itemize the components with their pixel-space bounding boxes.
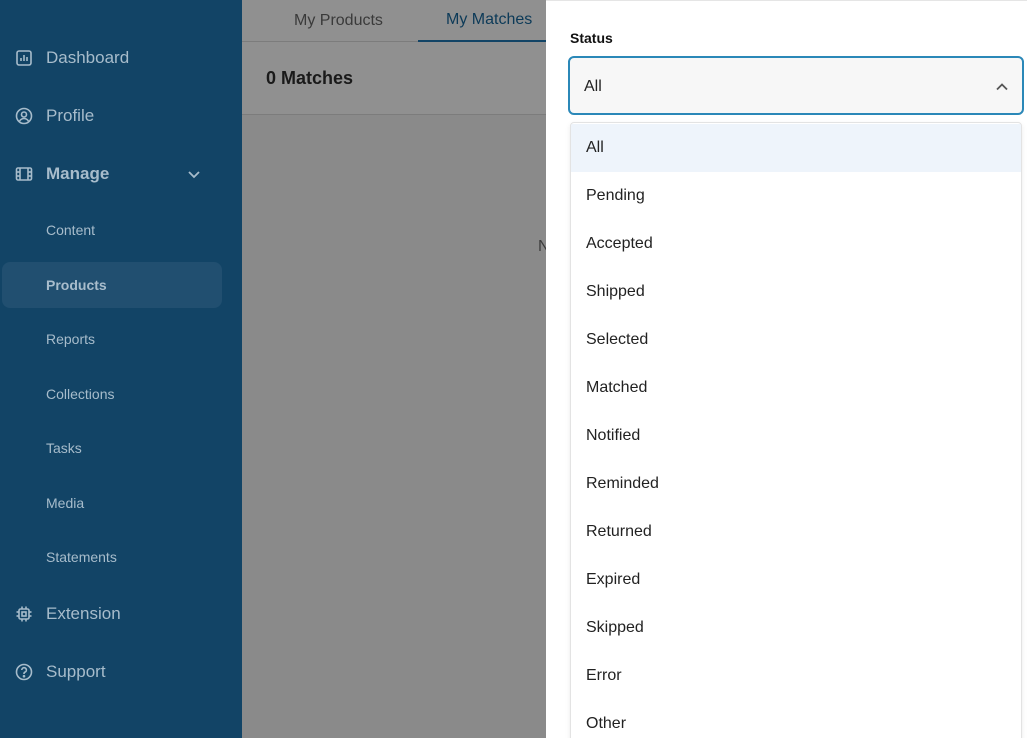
sidebar-subitem-reports[interactable]: Reports [2, 316, 222, 362]
status-option-error[interactable]: Error [571, 652, 1021, 700]
sidebar-subitem-products[interactable]: Products [2, 262, 222, 308]
status-option-other[interactable]: Other [571, 700, 1021, 738]
tab-label: My Products [294, 12, 383, 29]
sidebar-item-label: Profile [46, 106, 95, 125]
status-option-selected[interactable]: Selected [571, 316, 1021, 364]
option-label: Shipped [586, 283, 645, 300]
sidebar-subitem-label: Content [46, 222, 96, 238]
option-label: Error [586, 667, 622, 684]
sidebar-subitem-label: Reports [46, 331, 96, 347]
status-option-expired[interactable]: Expired [571, 556, 1021, 604]
empty-state-text: N [538, 238, 546, 255]
status-option-accepted[interactable]: Accepted [571, 220, 1021, 268]
tab-label: My Matches [446, 11, 533, 28]
option-label: Skipped [586, 619, 644, 636]
chart-icon [15, 49, 33, 67]
option-label: Notified [586, 427, 641, 444]
status-option-returned[interactable]: Returned [571, 508, 1021, 556]
status-option-pending[interactable]: Pending [571, 172, 1021, 220]
option-label: Other [586, 715, 627, 732]
help-icon [15, 663, 33, 681]
sidebar-subitem-label: Tasks [46, 440, 82, 456]
sidebar-item-label: Manage [46, 164, 110, 183]
sidebar-subitem-tasks[interactable]: Tasks [2, 425, 222, 471]
status-dropdown-menu: All Pending Accepted Shipped Selected Ma… [570, 122, 1022, 738]
filter-panel: Status All All Pending Accepted Shipped … [546, 0, 1027, 738]
sidebar-item-profile[interactable]: Profile [0, 94, 242, 138]
sidebar-subitem-label: Media [46, 495, 85, 511]
option-label: Matched [586, 379, 648, 396]
sidebar-item-label: Support [46, 662, 106, 681]
status-option-matched[interactable]: Matched [571, 364, 1021, 412]
chevron-down-icon[interactable] [186, 166, 202, 182]
sidebar-item-label: Extension [46, 604, 121, 623]
sidebar-subitem-statements[interactable]: Statements [2, 534, 222, 580]
option-label: Selected [586, 331, 649, 348]
user-circle-icon [15, 107, 33, 125]
sidebar: Dashboard Profile Manage Content Product… [0, 0, 242, 738]
film-icon [15, 165, 33, 183]
chip-icon [15, 605, 33, 623]
tab-my-products[interactable]: My Products [294, 0, 383, 42]
main-content-overlay[interactable]: My Products My Matches 0 Matches N [242, 0, 546, 738]
sidebar-subitem-label: Products [46, 277, 107, 293]
sidebar-subitem-content[interactable]: Content [2, 207, 222, 253]
option-label: Returned [586, 523, 652, 540]
tab-my-matches[interactable]: My Matches [418, 0, 546, 42]
chevron-up-icon [994, 79, 1010, 95]
matches-header: 0 Matches [242, 42, 546, 115]
sidebar-item-support[interactable]: Support [0, 650, 242, 694]
sidebar-subitem-collections[interactable]: Collections [2, 371, 222, 417]
sidebar-item-extension[interactable]: Extension [0, 592, 242, 636]
status-option-shipped[interactable]: Shipped [571, 268, 1021, 316]
option-label: Reminded [586, 475, 659, 492]
sidebar-item-dashboard[interactable]: Dashboard [0, 36, 242, 80]
sidebar-item-label: Dashboard [46, 48, 130, 67]
status-select[interactable]: All [568, 56, 1024, 115]
matches-count: 0 Matches [266, 68, 354, 88]
status-select-value: All [584, 78, 602, 95]
option-label: Pending [586, 187, 645, 204]
status-option-reminded[interactable]: Reminded [571, 460, 1021, 508]
status-option-skipped[interactable]: Skipped [571, 604, 1021, 652]
status-option-all[interactable]: All [571, 124, 1021, 172]
option-label: Accepted [586, 235, 653, 252]
tab-bar: My Products My Matches [242, 0, 546, 42]
sidebar-subitem-label: Collections [46, 386, 115, 402]
status-option-notified[interactable]: Notified [571, 412, 1021, 460]
option-label: All [586, 139, 604, 156]
sidebar-item-manage[interactable]: Manage [0, 152, 242, 196]
option-label: Expired [586, 571, 641, 588]
status-label: Status [570, 30, 613, 46]
sidebar-subitem-label: Statements [46, 549, 117, 565]
sidebar-subitem-media[interactable]: Media [2, 480, 222, 526]
